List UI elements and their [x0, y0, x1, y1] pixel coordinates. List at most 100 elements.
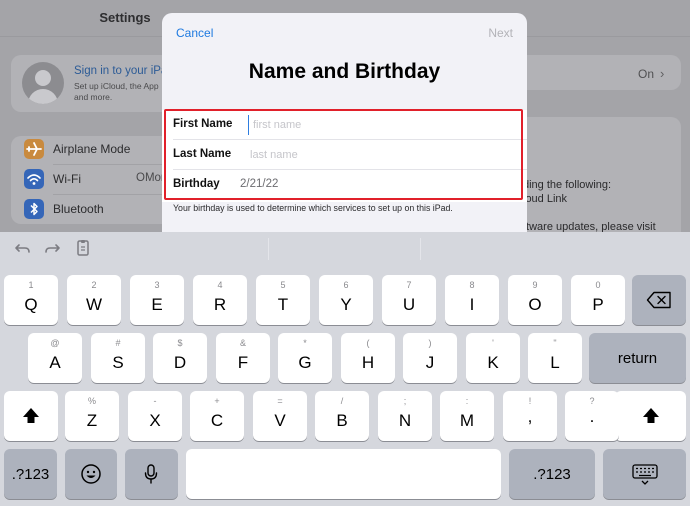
key-secondary-label: ? — [589, 396, 595, 406]
key-primary-label: B — [336, 411, 348, 430]
key-x[interactable]: -X — [128, 391, 182, 441]
return-key[interactable]: return — [589, 333, 686, 383]
signin-link[interactable]: Sign in to your iPad — [74, 65, 174, 77]
key-primary-label: . — [589, 407, 595, 426]
wifi-label[interactable]: Wi-Fi — [53, 172, 81, 186]
key-primary-label: , — [527, 407, 533, 426]
key-u[interactable]: 7U — [382, 275, 436, 325]
key-primary-label: C — [210, 411, 224, 430]
key-secondary-label: = — [277, 396, 283, 406]
key-b[interactable]: / B — [315, 391, 369, 441]
bluetooth-label[interactable]: Bluetooth — [53, 202, 104, 216]
key-secondary-label: 7 — [406, 280, 412, 290]
key-primary-label: S — [112, 353, 124, 372]
avatar — [22, 62, 64, 104]
key-primary-label: M — [459, 411, 475, 430]
onscreen-keyboard: return .?123 .?123 1 Q 2 W 3 E 4 R 5 T 6 Y 7 U 8 I 9 O 0 P @… — [0, 232, 690, 506]
key-q[interactable]: 1Q — [4, 275, 58, 325]
key-period[interactable]: ?. — [565, 391, 619, 441]
key-primary-label: P — [592, 295, 604, 314]
key-primary-label: L — [550, 353, 560, 372]
key-h[interactable]: (H — [341, 333, 395, 383]
left-shift-key[interactable] — [4, 391, 58, 441]
key-primary-label: W — [85, 295, 103, 314]
key-r[interactable]: 4R — [193, 275, 247, 325]
key-z[interactable]: % Z — [65, 391, 119, 441]
cancel-button[interactable]: Cancel — [176, 26, 213, 40]
key-secondary-label: - — [153, 396, 157, 406]
key-primary-label: Y — [340, 295, 352, 314]
key-secondary-label: " — [553, 338, 557, 348]
return-key-label: return — [617, 349, 658, 367]
key-v[interactable]: = V — [253, 391, 307, 441]
key-secondary-label: ) — [428, 338, 432, 348]
key-primary-label: X — [149, 411, 161, 430]
right-setting-value: On — [638, 67, 655, 81]
key-c[interactable]: + C — [190, 391, 244, 441]
row-divider — [53, 194, 163, 195]
key-l[interactable]: " L — [528, 333, 582, 383]
key-k[interactable]: ' K — [466, 333, 520, 383]
info-text-line1: ding the following: — [523, 179, 612, 191]
key-e[interactable]: 3E — [130, 275, 184, 325]
key-secondary-label: 0 — [595, 280, 601, 290]
numbers-key-right[interactable]: .?123 — [509, 449, 595, 499]
airplane-icon — [24, 139, 44, 159]
key-primary-label: D — [173, 353, 187, 372]
key-secondary-label: 2 — [91, 280, 97, 290]
undo-icon[interactable] — [12, 237, 34, 259]
key-secondary-label: 5 — [280, 280, 286, 290]
key-s[interactable]: # S — [91, 333, 145, 383]
right-setting-card[interactable] — [527, 55, 681, 90]
key-secondary-label: : — [465, 396, 469, 406]
key-o[interactable]: 9O — [508, 275, 562, 325]
key-t[interactable]: 5T — [256, 275, 310, 325]
emoji-key[interactable] — [65, 449, 117, 499]
key-primary-label: Z — [86, 411, 98, 430]
next-button[interactable]: Next — [488, 26, 513, 40]
key-secondary-label: $ — [177, 338, 183, 348]
form-highlight-box — [164, 109, 523, 200]
key-d[interactable]: $ D — [153, 333, 207, 383]
key-primary-label: I — [469, 295, 475, 314]
numbers-key-left[interactable]: .?123 — [4, 449, 57, 499]
redo-icon[interactable] — [41, 237, 63, 259]
key-primary-label: F — [237, 353, 249, 372]
key-primary-label: K — [487, 353, 499, 372]
key-secondary-label: 8 — [469, 280, 475, 290]
key-secondary-label: 4 — [217, 280, 223, 290]
dictation-key[interactable] — [125, 449, 178, 499]
space-key[interactable] — [186, 449, 501, 499]
key-secondary-label: ( — [366, 338, 370, 348]
chevron-right-icon: › — [660, 66, 665, 81]
key-secondary-label: 9 — [532, 280, 538, 290]
key-i[interactable]: 8I — [445, 275, 499, 325]
key-primary-label: T — [277, 295, 289, 314]
paste-icon[interactable] — [72, 237, 94, 259]
key-primary-label: N — [398, 411, 412, 430]
bluetooth-icon — [24, 199, 44, 219]
key-n[interactable]: ; N — [378, 391, 432, 441]
key-comma[interactable]: !, — [503, 391, 557, 441]
info-text-line2: loud Link — [523, 193, 568, 205]
key-primary-label: V — [274, 411, 286, 430]
key-a[interactable]: @ A — [28, 333, 82, 383]
delete-key[interactable] — [632, 275, 686, 325]
settings-title: Settings — [99, 10, 151, 25]
info-panel — [527, 117, 681, 232]
keyboard-dismiss-key[interactable] — [603, 449, 686, 499]
key-f[interactable]: & F — [216, 333, 270, 383]
key-p[interactable]: 0P — [571, 275, 625, 325]
airplane-mode-label[interactable]: Airplane Mode — [53, 142, 130, 156]
right-shift-key[interactable] — [615, 391, 686, 441]
wifi-icon — [24, 169, 44, 189]
suggestion-divider — [268, 238, 269, 260]
key-m[interactable]: :M — [440, 391, 494, 441]
signin-subtitle-line1: Set up iCloud, the App — [74, 81, 159, 91]
key-secondary-label: ; — [403, 396, 407, 406]
key-y[interactable]: 6Y — [319, 275, 373, 325]
suggestion-divider — [420, 238, 421, 260]
key-w[interactable]: 2W — [67, 275, 121, 325]
key-g[interactable]: * G — [278, 333, 332, 383]
key-j[interactable]: ) J — [403, 333, 457, 383]
